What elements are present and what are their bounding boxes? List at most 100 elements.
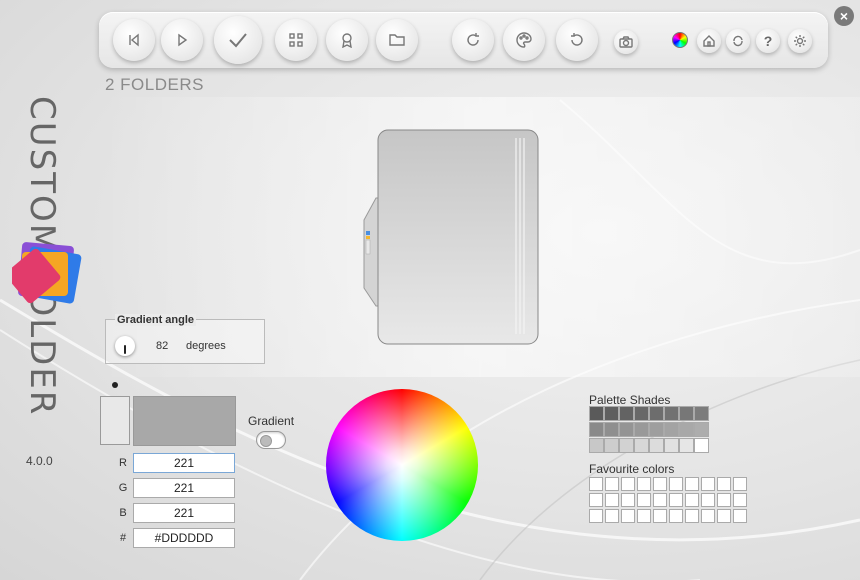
favourite-color-slot[interactable]	[621, 493, 635, 507]
previous-button[interactable]	[113, 19, 155, 61]
favourite-color-slot[interactable]	[621, 477, 635, 491]
palette-shade-swatch[interactable]	[679, 406, 694, 421]
palette-shade-swatch[interactable]	[634, 438, 649, 453]
screenshot-button[interactable]	[614, 30, 638, 54]
palette-shade-swatch[interactable]	[664, 406, 679, 421]
favourite-color-slot[interactable]	[621, 509, 635, 523]
b-input[interactable]: 221	[133, 503, 235, 523]
favourite-color-slot[interactable]	[733, 493, 747, 507]
home-button[interactable]	[697, 29, 721, 53]
palette-shade-swatch[interactable]	[634, 406, 649, 421]
apply-button[interactable]	[214, 16, 262, 64]
badge-button[interactable]	[326, 19, 368, 61]
refresh-button[interactable]	[452, 19, 494, 61]
color-wheel-icon	[672, 32, 688, 48]
favourite-color-slot[interactable]	[669, 493, 683, 507]
settings-button[interactable]	[788, 29, 812, 53]
sync-button[interactable]	[726, 29, 750, 53]
favourite-color-slot[interactable]	[637, 493, 651, 507]
palette-shade-swatch[interactable]	[679, 422, 694, 437]
g-label: G	[118, 482, 128, 494]
favourite-color-slot[interactable]	[653, 509, 667, 523]
sync-icon	[733, 35, 743, 47]
folder-icon	[389, 34, 405, 46]
favourite-color-slot[interactable]	[717, 509, 731, 523]
grid-icon	[289, 33, 303, 47]
favourite-color-slot[interactable]	[669, 509, 683, 523]
undo-icon	[571, 33, 583, 46]
palette-shade-swatch[interactable]	[619, 406, 634, 421]
play-button[interactable]	[161, 19, 203, 61]
favourite-color-slot[interactable]	[605, 477, 619, 491]
folder-button[interactable]	[376, 19, 418, 61]
palette-shade-swatch[interactable]	[649, 422, 664, 437]
toolbar: ?	[99, 12, 828, 68]
palette-shade-swatch[interactable]	[589, 438, 604, 453]
refresh-icon	[467, 33, 479, 46]
palette-shade-swatch[interactable]	[679, 438, 694, 453]
play-icon	[178, 33, 188, 47]
favourite-color-slot[interactable]	[733, 509, 747, 523]
close-button[interactable]: ×	[834, 6, 854, 26]
palette-shade-swatch[interactable]	[694, 406, 709, 421]
b-label: B	[119, 507, 127, 519]
favourite-color-slot[interactable]	[637, 477, 651, 491]
palette-shade-swatch[interactable]	[664, 438, 679, 453]
palette-icon	[516, 32, 532, 48]
hex-input[interactable]: #DDDDDD	[133, 528, 235, 548]
palette-shade-swatch[interactable]	[619, 438, 634, 453]
palette-button[interactable]	[503, 19, 545, 61]
palette-shade-swatch[interactable]	[649, 406, 664, 421]
favourite-color-slot[interactable]	[589, 477, 603, 491]
favourite-color-slot[interactable]	[685, 477, 699, 491]
favourite-color-slot[interactable]	[637, 509, 651, 523]
gradient-angle-dial[interactable]	[115, 336, 135, 356]
color-wheel[interactable]	[326, 389, 478, 541]
favourite-color-slot[interactable]	[685, 509, 699, 523]
palette-shade-swatch[interactable]	[619, 422, 634, 437]
undo-button[interactable]	[556, 19, 598, 61]
award-icon	[342, 33, 352, 48]
favourite-color-slot[interactable]	[701, 493, 715, 507]
palette-shade-swatch[interactable]	[589, 406, 604, 421]
favourite-color-slot[interactable]	[685, 493, 699, 507]
grid-button[interactable]	[275, 19, 317, 61]
gradient-angle-value: 82	[156, 340, 169, 352]
palette-shade-swatch[interactable]	[604, 406, 619, 421]
palette-shade-swatch[interactable]	[604, 422, 619, 437]
palette-shade-swatch[interactable]	[589, 422, 604, 437]
favourite-color-slot[interactable]	[733, 477, 747, 491]
question-icon: ?	[763, 33, 773, 49]
favourite-color-slot[interactable]	[589, 509, 603, 523]
color-mode-button[interactable]	[668, 28, 692, 52]
favourite-color-slot[interactable]	[717, 477, 731, 491]
favourite-color-slot[interactable]	[605, 509, 619, 523]
palette-shade-swatch[interactable]	[694, 438, 709, 453]
r-input[interactable]: 221	[133, 453, 235, 473]
favourite-color-slot[interactable]	[701, 477, 715, 491]
palette-shade-swatch[interactable]	[664, 422, 679, 437]
favourite-color-slot[interactable]	[717, 493, 731, 507]
favourite-color-slot[interactable]	[589, 493, 603, 507]
help-button[interactable]: ?	[756, 29, 780, 53]
palette-shade-swatch[interactable]	[634, 422, 649, 437]
selected-indicator	[112, 382, 118, 388]
gradient-angle-panel: Gradient angle 82 degrees	[105, 314, 265, 364]
favourite-color-slot[interactable]	[605, 493, 619, 507]
previous-color-swatch[interactable]	[100, 396, 130, 445]
app-version: 4.0.0	[26, 454, 53, 468]
favourite-color-slot[interactable]	[653, 493, 667, 507]
gradient-label: Gradient	[248, 414, 295, 428]
favourite-color-slot[interactable]	[701, 509, 715, 523]
palette-shade-swatch[interactable]	[649, 438, 664, 453]
favourite-color-slot[interactable]	[653, 477, 667, 491]
palette-shade-swatch[interactable]	[694, 422, 709, 437]
palette-shades-grid	[589, 406, 709, 453]
gradient-toggle[interactable]	[256, 431, 286, 449]
favourite-colors-label: Favourite colors	[589, 462, 675, 476]
g-input[interactable]: 221	[133, 478, 235, 498]
gradient-angle-label: Gradient angle	[115, 314, 197, 326]
favourite-color-slot[interactable]	[669, 477, 683, 491]
palette-shade-swatch[interactable]	[604, 438, 619, 453]
r-label: R	[119, 457, 127, 469]
